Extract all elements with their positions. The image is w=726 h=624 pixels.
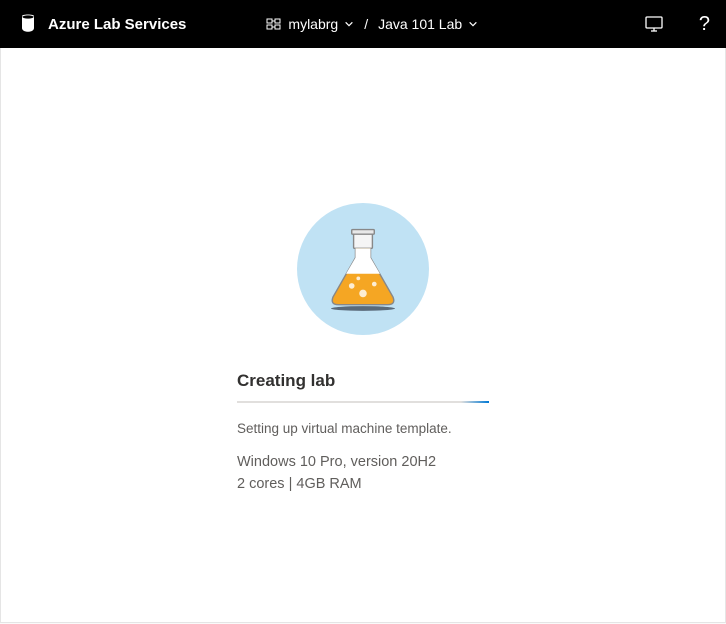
chevron-down-icon <box>344 16 354 32</box>
progress-bar <box>237 401 489 403</box>
breadcrumb: mylabrg / Java 101 Lab <box>266 16 478 32</box>
progress-indicator <box>461 401 489 403</box>
resource-group-icon <box>266 16 282 32</box>
brand-area[interactable]: Azure Lab Services <box>16 12 186 36</box>
help-icon[interactable]: ? <box>699 13 710 36</box>
breadcrumb-separator: / <box>364 16 368 32</box>
top-bar: Azure Lab Services mylabrg / <box>0 0 726 48</box>
breadcrumb-lab-label: Java 101 Lab <box>378 16 462 32</box>
virtual-machines-icon[interactable] <box>645 15 663 33</box>
breadcrumb-resource-group[interactable]: mylabrg <box>266 16 354 32</box>
os-spec: Windows 10 Pro, version 20H2 <box>237 452 489 474</box>
topbar-actions: ? <box>645 13 710 36</box>
breadcrumb-rg-label: mylabrg <box>288 16 338 32</box>
main-content: Creating lab Setting up virtual machine … <box>0 48 726 623</box>
breadcrumb-lab[interactable]: Java 101 Lab <box>378 16 478 32</box>
brand-title: Azure Lab Services <box>48 16 186 33</box>
azure-labs-logo-icon <box>16 12 40 36</box>
status-panel: Creating lab Setting up virtual machine … <box>237 371 489 496</box>
status-title: Creating lab <box>237 371 489 391</box>
chevron-down-icon <box>468 16 478 32</box>
hardware-spec: 2 cores | 4GB RAM <box>237 474 489 496</box>
lab-flask-illustration <box>297 203 429 335</box>
status-subtitle: Setting up virtual machine template. <box>237 421 489 436</box>
